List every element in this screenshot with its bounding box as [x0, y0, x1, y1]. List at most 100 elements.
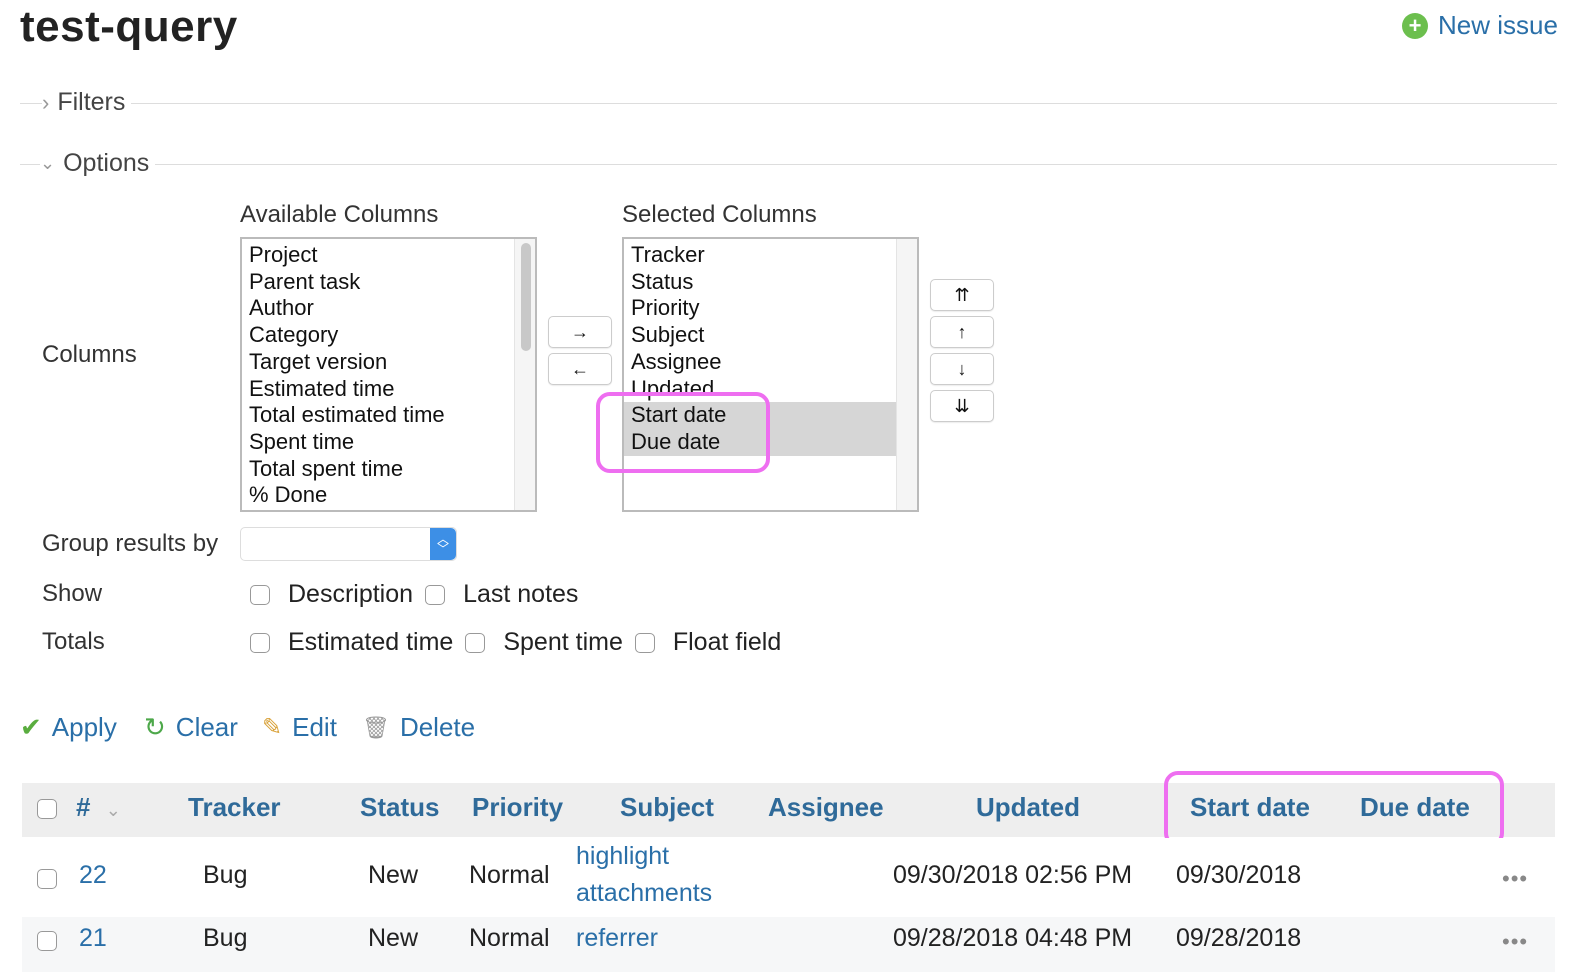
new-issue-link[interactable]: + New issue: [1402, 10, 1558, 41]
available-option[interactable]: % Done: [242, 482, 535, 509]
apply-label: Apply: [51, 712, 117, 742]
page-title: test-query: [20, 2, 238, 51]
available-option[interactable]: Project: [242, 242, 535, 269]
issue-id-link[interactable]: 22: [79, 861, 107, 890]
available-option[interactable]: Total spent time: [242, 456, 535, 483]
trash-icon: 🗑: [362, 714, 390, 740]
add-icon: +: [1402, 12, 1428, 39]
row-checkbox[interactable]: [37, 931, 57, 951]
available-option[interactable]: Estimated time: [242, 376, 535, 403]
estimated-time-checkbox[interactable]: [250, 632, 270, 653]
row-menu-icon[interactable]: •••: [1502, 929, 1528, 955]
totals-options: Estimated time Spent time Float field: [250, 628, 793, 657]
selected-option[interactable]: Tracker: [624, 242, 896, 269]
totals-label: Totals: [42, 628, 105, 655]
move-bottom-button[interactable]: ⇊: [930, 390, 994, 422]
filters-divider: [20, 103, 1557, 104]
th-assignee[interactable]: Assignee: [768, 792, 884, 823]
checkmark-icon: ✔: [20, 712, 42, 742]
selected-option[interactable]: Assignee: [624, 349, 896, 376]
selected-scrollbar[interactable]: [896, 239, 917, 510]
last-notes-label: Last notes: [463, 580, 579, 608]
move-down-button[interactable]: ↓: [930, 353, 994, 385]
delete-button[interactable]: 🗑 Delete: [362, 712, 475, 743]
remove-column-button[interactable]: ←: [548, 353, 612, 385]
cell-status: New: [368, 924, 419, 952]
selected-option[interactable]: Status: [624, 269, 896, 296]
apply-button[interactable]: ✔ Apply: [20, 712, 117, 743]
row-menu-icon[interactable]: •••: [1502, 866, 1528, 892]
pencil-icon: ✎: [262, 714, 283, 741]
th-status[interactable]: Status: [360, 792, 439, 823]
cell-status: New: [368, 861, 419, 889]
show-label: Show: [42, 580, 103, 607]
description-checkbox[interactable]: [250, 584, 270, 605]
group-by-label: Group results by: [42, 530, 219, 557]
subject-link[interactable]: highlight: [576, 842, 669, 871]
float-field-label: Float field: [672, 628, 782, 656]
header-highlight-ring: [1164, 771, 1504, 847]
cell-priority: Normal: [469, 861, 550, 889]
options-toggle[interactable]: ⌄ Options: [40, 149, 156, 178]
columns-label: Columns: [42, 341, 137, 368]
reload-icon: ↻: [144, 712, 166, 742]
select-arrows-icon: ︿ ﹀: [430, 528, 456, 560]
move-up-button[interactable]: ↑: [930, 316, 994, 348]
th-tracker[interactable]: Tracker: [188, 792, 281, 823]
available-columns-list[interactable]: Project Parent task Author Category Targ…: [240, 237, 537, 512]
available-columns-heading: Available Columns: [240, 201, 439, 228]
select-all-checkbox[interactable]: [37, 799, 57, 819]
edit-label: Edit: [292, 712, 337, 742]
cell-tracker: Bug: [203, 924, 248, 952]
subject-link-cont[interactable]: attachments: [576, 879, 712, 908]
available-scrollbar[interactable]: [514, 239, 535, 510]
selected-columns-heading: Selected Columns: [622, 201, 817, 228]
available-option[interactable]: Author: [242, 295, 535, 322]
last-notes-checkbox[interactable]: [425, 584, 446, 605]
available-option[interactable]: Target version: [242, 349, 535, 376]
selected-highlight-ring: [596, 392, 770, 473]
options-divider: [20, 164, 1557, 165]
scrollbar-thumb[interactable]: [521, 243, 531, 351]
th-updated[interactable]: Updated: [976, 792, 1080, 823]
filters-toggle[interactable]: › Filters: [42, 88, 132, 117]
chevron-down-icon: ⌄: [40, 153, 56, 173]
available-option[interactable]: Category: [242, 322, 535, 349]
delete-label: Delete: [399, 712, 476, 742]
move-top-button[interactable]: ⇈: [930, 279, 994, 311]
new-issue-label: New issue: [1438, 10, 1558, 40]
table-row: [22, 917, 1555, 972]
cell-updated: 09/28/2018 04:48 PM: [893, 924, 1133, 952]
available-option[interactable]: Spent time: [242, 429, 535, 456]
issue-id-link[interactable]: 21: [79, 924, 107, 953]
chevron-right-icon: ›: [42, 89, 50, 115]
estimated-time-label: Estimated time: [288, 628, 454, 656]
th-subject[interactable]: Subject: [620, 792, 714, 823]
th-priority[interactable]: Priority: [472, 792, 563, 823]
clear-button[interactable]: ↻ Clear: [144, 712, 238, 743]
add-column-button[interactable]: →: [548, 316, 612, 348]
sort-chevron-down-icon: ⌄: [105, 800, 121, 820]
float-field-checkbox[interactable]: [634, 632, 655, 653]
clear-label: Clear: [175, 712, 238, 742]
selected-option[interactable]: Subject: [624, 322, 896, 349]
description-label: Description: [288, 580, 414, 608]
available-option[interactable]: Total estimated time: [242, 402, 535, 429]
th-id[interactable]: # ⌄: [76, 792, 121, 823]
group-by-select[interactable]: ︿ ﹀: [240, 527, 457, 561]
cell-start-date: 09/30/2018: [1176, 861, 1302, 889]
cell-tracker: Bug: [203, 861, 248, 889]
spent-time-checkbox[interactable]: [465, 632, 486, 653]
cell-priority: Normal: [469, 924, 550, 952]
cell-start-date: 09/28/2018: [1176, 924, 1302, 952]
show-options: Description Last notes: [250, 580, 590, 609]
selected-option[interactable]: Priority: [624, 295, 896, 322]
options-label: Options: [63, 149, 150, 177]
filters-label: Filters: [57, 88, 126, 116]
spent-time-label: Spent time: [503, 628, 623, 656]
edit-button[interactable]: ✎ Edit: [262, 712, 337, 743]
subject-link[interactable]: referrer: [576, 924, 658, 953]
available-option[interactable]: Parent task: [242, 269, 535, 296]
row-checkbox[interactable]: [37, 869, 57, 889]
cell-updated: 09/30/2018 02:56 PM: [893, 861, 1133, 889]
